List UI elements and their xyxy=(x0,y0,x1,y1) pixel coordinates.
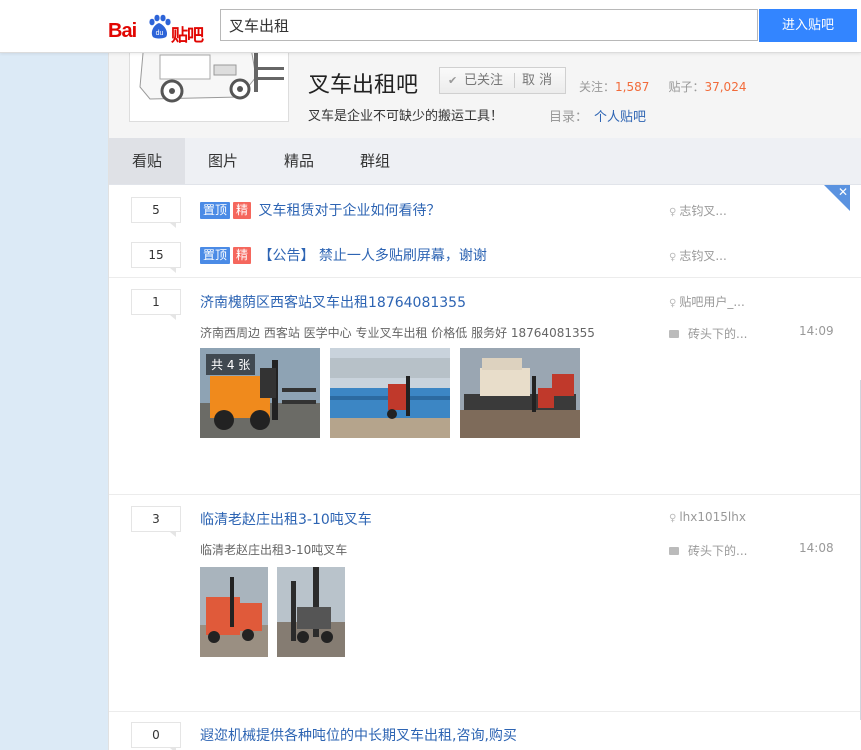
top-bar: Bai du 贴吧 进入贴吧 xyxy=(0,0,861,53)
thread-title-text[interactable]: 叉车租赁对于企业如何看待？ xyxy=(258,203,440,219)
follow-count: 1,587 xyxy=(615,80,650,94)
thread-image[interactable]: 共 4 张 xyxy=(200,348,320,438)
author-name[interactable]: 志钧叉... xyxy=(679,204,726,218)
user-icon: ♀ xyxy=(669,252,677,263)
reply-count: 15 xyxy=(131,242,181,273)
tab-images[interactable]: 图片 xyxy=(185,138,261,184)
last-reply[interactable]: 砖头下的... xyxy=(669,325,747,342)
follow-toggle-button[interactable]: ✔ 已关注 取 消 xyxy=(439,67,566,94)
check-icon: ✔ xyxy=(448,74,458,87)
user-icon: ♀ xyxy=(669,207,677,218)
thread-title[interactable]: 置顶精 叉车租赁对于企业如何看待？ xyxy=(200,200,440,220)
thread-author[interactable]: ♀ 志钧叉... xyxy=(669,247,727,264)
reply-count: 5 xyxy=(131,197,181,228)
reply-icon xyxy=(669,547,679,555)
forum-title: 叉车出租吧 xyxy=(308,73,419,98)
last-reply-user[interactable]: 砖头下的... xyxy=(688,327,747,341)
sticky-badge: 置顶 xyxy=(200,247,231,264)
last-reply-time: 14:08 xyxy=(799,541,834,555)
thread-image[interactable] xyxy=(277,567,345,657)
thread-row: 5 置顶精 叉车租赁对于企业如何看待？ ♀ 志钧叉... xyxy=(109,185,861,231)
forum-banner-image xyxy=(129,46,289,122)
thread-image[interactable] xyxy=(460,348,580,438)
search-input[interactable] xyxy=(220,9,758,41)
featured-badge: 精 xyxy=(233,202,252,219)
thread-row: 15 置顶精 【公告】 禁止一人多贴刷屏幕，谢谢 ♀ 志钧叉... xyxy=(109,231,861,277)
unfollow-label[interactable]: 取 消 xyxy=(522,68,552,93)
baidu-tieba-logo[interactable]: Bai du 贴吧 xyxy=(108,10,212,46)
thread-title[interactable]: 遐迩机械提供各种吨位的中长期叉车出租,咨询,购买 xyxy=(200,725,517,745)
forum-slogan: 叉车是企业不可缺少的搬运工具！ xyxy=(308,109,504,124)
enter-forum-button[interactable]: 进入贴吧 xyxy=(759,9,857,42)
thread-row: 1 济南槐荫区西客站叉车出租18764081355 ♀ 贴吧用户_... 济南西周… xyxy=(109,278,861,494)
last-reply-user[interactable]: 砖头下的... xyxy=(688,544,747,558)
thread-author[interactable]: ♀ 志钧叉... xyxy=(669,202,727,219)
thread-title[interactable]: 置顶精 【公告】 禁止一人多贴刷屏幕，谢谢 xyxy=(200,245,487,265)
author-name[interactable]: lhx1015lhx xyxy=(679,510,746,524)
follow-separator xyxy=(514,73,515,88)
logo-tieba-text: 贴吧 xyxy=(171,26,204,46)
last-reply-time: 14:09 xyxy=(799,324,834,338)
paw-icon: du xyxy=(146,14,172,40)
forum-main: 叉车出租吧 ✔ 已关注 取 消 关注：1,587 贴子：37,024 叉车是企业… xyxy=(108,46,861,750)
thread-abstract: 临清老赵庄出租3-10吨叉车 xyxy=(200,543,348,557)
thread-row: 3 临清老赵庄出租3-10吨叉车 ♀ lhx1015lhx 临清老赵庄出租3-10… xyxy=(109,495,861,711)
author-name[interactable]: 贴吧用户_... xyxy=(679,295,744,309)
thread-abstract: 济南西周边 西客站 医学中心 专业叉车出租 价格低 服务好 1876408135… xyxy=(200,326,595,340)
reply-icon xyxy=(669,330,679,338)
follow-count-label: 关注： xyxy=(579,80,616,94)
directory-label: 目录： xyxy=(549,110,589,125)
thread-image[interactable] xyxy=(200,567,268,657)
post-count-label: 贴子： xyxy=(668,80,705,94)
reply-count: 1 xyxy=(131,289,181,320)
thread-title[interactable]: 临清老赵庄出租3-10吨叉车 xyxy=(200,509,372,529)
forum-tabs: 看贴 图片 精品 群组 xyxy=(109,138,861,185)
user-icon: ♀ xyxy=(669,513,677,524)
reply-count: 0 xyxy=(131,722,181,750)
image-count-tag: 共 4 张 xyxy=(206,354,256,375)
last-reply[interactable]: 砖头下的... xyxy=(669,542,747,559)
author-name[interactable]: 志钧叉... xyxy=(679,249,726,263)
tab-featured[interactable]: 精品 xyxy=(261,138,337,184)
logo-du-text: du xyxy=(156,30,164,37)
reply-count: 3 xyxy=(131,506,181,537)
tab-threads[interactable]: 看贴 xyxy=(109,138,185,184)
thread-row: 0 遐迩机械提供各种吨位的中长期叉车出租,咨询,购买 xyxy=(109,712,861,750)
thread-title-text[interactable]: 【公告】 禁止一人多贴刷屏幕，谢谢 xyxy=(258,248,486,264)
thread-author[interactable]: ♀ lhx1015lhx xyxy=(669,510,746,524)
thread-author[interactable]: ♀ 贴吧用户_... xyxy=(669,293,745,310)
post-count: 37,024 xyxy=(704,80,747,94)
thread-title[interactable]: 济南槐荫区西客站叉车出租18764081355 xyxy=(200,292,466,312)
sticky-badge: 置顶 xyxy=(200,202,231,219)
featured-badge: 精 xyxy=(233,247,252,264)
followed-label: 已关注 xyxy=(464,73,504,88)
logo-bai-text: Bai xyxy=(108,20,137,42)
user-icon: ♀ xyxy=(669,298,677,309)
tab-groups[interactable]: 群组 xyxy=(337,138,413,184)
forum-stats: 关注：1,587 贴子：37,024 xyxy=(579,78,746,95)
directory-link[interactable]: 个人贴吧 xyxy=(594,110,646,125)
thread-image[interactable] xyxy=(330,348,450,438)
thread-list: ✕ 5 置顶精 叉车租赁对于企业如何看待？ ♀ 志钧叉... 15 置顶精 【公告… xyxy=(109,185,861,750)
forum-header: 叉车出租吧 ✔ 已关注 取 消 关注：1,587 贴子：37,024 叉车是企业… xyxy=(109,46,861,138)
forum-directory: 目录： 个人贴吧 xyxy=(549,106,646,125)
